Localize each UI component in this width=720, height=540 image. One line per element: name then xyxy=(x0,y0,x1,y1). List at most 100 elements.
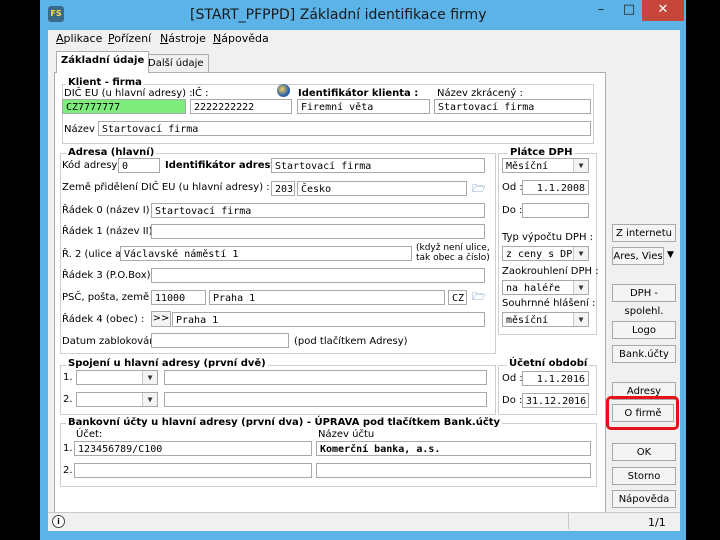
folder-icon-2[interactable]: 🗁 xyxy=(472,288,486,307)
radek3-input[interactable] xyxy=(151,268,485,283)
radek4-label: Řádek 4 (obec) : xyxy=(62,314,145,325)
nazev-zkraceny-label: Název zkrácený : xyxy=(437,88,523,99)
radek2-input[interactable]: Václavské náměstí 1 xyxy=(120,246,412,261)
banka-row2-nazev[interactable] xyxy=(316,463,591,478)
menu-aplikace[interactable]: Aplikace xyxy=(56,32,102,45)
chevron-down-icon[interactable]: ▼ xyxy=(142,371,157,384)
z-internetu-button[interactable]: Z internetu xyxy=(612,224,676,242)
typ-vypoctu-select[interactable]: z ceny s DP ▼ xyxy=(502,246,589,261)
radek4-input[interactable]: Praha 1 xyxy=(172,312,485,327)
legend-klient: Klient - firma xyxy=(66,77,144,88)
legend-banka: Bankovní účty u hlavní adresy (první dva… xyxy=(66,417,503,428)
chevron-down-icon[interactable]: ▼ xyxy=(573,159,588,172)
spojeni-row2-type[interactable]: ▼ xyxy=(76,392,158,407)
ucetni-od-input[interactable]: 1.1.2016 xyxy=(522,371,589,386)
souhrnne-label: Souhrnné hlášení : xyxy=(502,298,596,309)
nazev-input[interactable]: Startovací firma xyxy=(98,121,591,136)
chevron-down-icon[interactable]: ▼ xyxy=(142,393,157,406)
zaokrouhleni-label: Zaokrouhlení DPH : xyxy=(502,266,599,277)
dph-do-input[interactable] xyxy=(522,203,589,218)
posta-input[interactable]: Praha 1 xyxy=(209,290,445,305)
tab-dalsi-udaje[interactable]: Další údaje xyxy=(143,54,209,73)
banka-row1-ucet[interactable]: 123456789/C100 xyxy=(74,441,312,456)
storno-button[interactable]: Storno xyxy=(612,467,676,485)
nazev-label: Název xyxy=(64,124,95,135)
kod-adresy-label: Kód adresy : xyxy=(62,160,124,171)
ident-klienta-label: Identifikátor klienta : xyxy=(298,88,419,99)
ares-vies-button[interactable]: Ares, Vies xyxy=(612,247,664,265)
banka-row1-nazev[interactable]: Komerční banka, a.s. xyxy=(316,441,591,456)
ares-dropdown-arrow-icon[interactable]: ▼ xyxy=(667,250,674,260)
banka-col-ucet: Účet: xyxy=(76,429,103,440)
status-bar xyxy=(48,512,680,531)
zeme-short-input[interactable]: CZ xyxy=(448,290,467,305)
datum-note: (pod tlačítkem Adresy) xyxy=(294,336,408,347)
banka-row2-ucet[interactable] xyxy=(74,463,312,478)
chevron-down-icon[interactable]: ▼ xyxy=(573,247,588,260)
radek2-note: (když není ulice, tak obec a číslo) xyxy=(416,243,490,263)
psc-label: PSČ, pošta, země : xyxy=(62,292,156,303)
menu-napoveda[interactable]: Nápověda xyxy=(213,32,269,45)
radek0-input[interactable]: Startovací firma xyxy=(151,203,485,218)
zeme-name-input[interactable]: Česko xyxy=(297,181,467,196)
dph-period-select[interactable]: Měsíční ▼ xyxy=(502,158,589,173)
window-title: [START_PFPPD] Základní identifikace firm… xyxy=(190,7,487,23)
banka-row1-num: 1. xyxy=(63,443,73,454)
psc-input[interactable]: 11000 xyxy=(151,290,206,305)
datum-zablokovani-label: Datum zablokování : xyxy=(62,336,165,347)
radek0-label: Řádek 0 (název I) : xyxy=(62,205,157,216)
dic-input[interactable]: CZ7777777 xyxy=(62,99,186,114)
spojeni-row2-value[interactable] xyxy=(164,392,487,407)
dph-do-label: Do : xyxy=(502,205,523,216)
info-icon: i xyxy=(52,515,65,528)
ok-button[interactable]: OK xyxy=(612,443,676,461)
nazev-zkraceny-input[interactable]: Startovací firma xyxy=(434,99,591,114)
logo-button[interactable]: Logo xyxy=(612,321,676,339)
souhrnne-select[interactable]: měsíční ▼ xyxy=(502,312,589,327)
folder-icon[interactable]: 🗁 xyxy=(472,180,486,199)
app-logo-icon: FS xyxy=(48,6,64,22)
ident-adresy-label: Identifikátor adresy : xyxy=(165,160,285,171)
zeme-code-input[interactable]: 203 xyxy=(271,181,295,196)
spojeni-row1-value[interactable] xyxy=(164,370,487,385)
close-button[interactable]: ✕ xyxy=(642,0,684,21)
ident-adresy-input[interactable]: Startovací firma xyxy=(271,158,485,173)
legend-spojeni: Spojení u hlavní adresy (první dvě) xyxy=(66,358,268,369)
chevron-down-icon[interactable]: ▼ xyxy=(573,281,588,294)
dph-od-input[interactable]: 1.1.2008 xyxy=(522,180,589,195)
banka-row2-num: 2. xyxy=(63,465,73,476)
spojeni-row1-type[interactable]: ▼ xyxy=(76,370,158,385)
minimize-button[interactable]: – xyxy=(586,0,616,21)
dph-od-label: Od : xyxy=(502,182,523,193)
chevron-down-icon[interactable]: ▼ xyxy=(573,313,588,326)
ident-klienta-input[interactable]: Firemní věta xyxy=(297,99,430,114)
napoveda-button[interactable]: Nápověda xyxy=(612,490,676,508)
menu-porizeni[interactable]: Pořízení xyxy=(108,32,151,45)
ucetni-do-input[interactable]: 31.12.2016 xyxy=(522,393,589,408)
page-indicator: 1/1 xyxy=(648,516,666,529)
typ-vypoctu-label: Typ výpočtu DPH : xyxy=(502,232,594,243)
zaokrouhleni-select[interactable]: na haléře ▼ xyxy=(502,280,589,295)
spojeni-row2-num: 2. xyxy=(63,394,73,405)
bank-ucty-button[interactable]: Bank.účty xyxy=(612,345,676,363)
dic-label: DIČ EU (u hlavní adresy) : xyxy=(64,88,193,99)
radek4-button[interactable]: >> xyxy=(151,311,171,327)
spojeni-row1-num: 1. xyxy=(63,372,73,383)
ucetni-do-label: Do : xyxy=(502,395,523,406)
radek1-input[interactable] xyxy=(151,224,485,239)
radek1-label: Řádek 1 (název II) : xyxy=(62,226,160,237)
menu-nastroje[interactable]: Nástroje xyxy=(160,32,206,45)
maximize-button[interactable]: □ xyxy=(616,0,642,21)
legend-adresa: Adresa (hlavní) xyxy=(66,147,157,158)
datum-zablokovani-input[interactable] xyxy=(151,333,289,348)
ucetni-od-label: Od : xyxy=(502,373,523,384)
kod-adresy-input[interactable]: 0 xyxy=(118,158,160,173)
dph-spolehl-button[interactable]: DPH - spolehl. xyxy=(612,284,676,317)
legend-dph: Plátce DPH xyxy=(508,147,575,158)
tab-zakladni-udaje[interactable]: Základní údaje xyxy=(56,51,150,73)
legend-ucetni: Účetní období xyxy=(507,358,590,369)
ic-input[interactable]: 2222222222 xyxy=(190,99,292,114)
ic-label: IČ : xyxy=(192,88,209,99)
o-firme-button[interactable]: O firmě xyxy=(612,404,674,422)
globe-icon[interactable] xyxy=(277,84,290,97)
